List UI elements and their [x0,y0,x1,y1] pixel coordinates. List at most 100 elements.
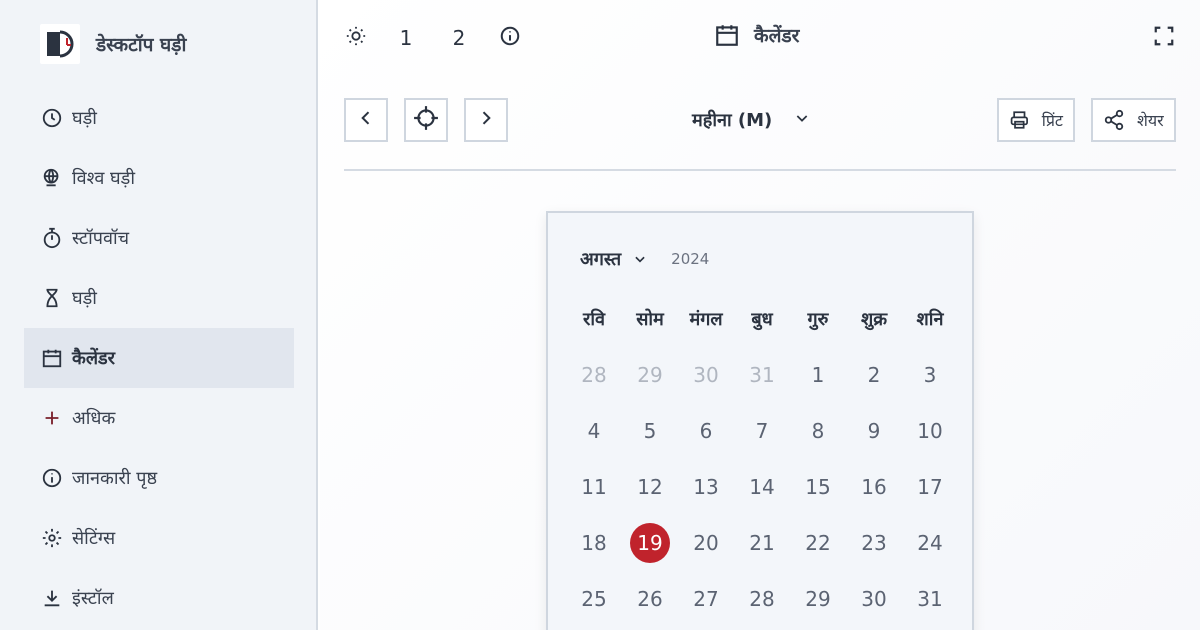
share-button[interactable]: शेयर [1091,98,1176,142]
day-number: 3 [923,363,937,387]
weekday-label: गुरु [807,309,829,330]
calendar-day[interactable]: 14 [734,459,790,515]
day-number: 6 [699,419,713,443]
weekday-label: बुध [751,309,773,330]
view-mode-select[interactable]: महीना (M) [692,108,810,132]
calendar-day[interactable]: 4 [566,403,622,459]
calendar-day[interactable]: 16 [846,459,902,515]
calendar-day[interactable]: 18 [566,515,622,571]
calendar-day[interactable]: 17 [902,459,958,515]
sidebar-item-stopwatch[interactable]: स्टॉपवॉच [24,208,294,268]
calendar-day[interactable]: 6 [678,403,734,459]
calendar-day[interactable]: 30 [678,347,734,403]
plus-icon [40,406,64,430]
sidebar-item-label: घड़ी [72,108,97,129]
year-label[interactable]: 2024 [671,250,709,268]
day-number: 29 [637,363,663,387]
calendar-day[interactable]: 31 [734,347,790,403]
calendar-day[interactable]: 22 [790,515,846,571]
option-2-button[interactable]: 2 [448,22,470,54]
share-label: शेयर [1137,111,1164,130]
fullscreen-button[interactable] [1152,22,1176,54]
day-number: 16 [861,475,887,499]
day-number: 11 [581,475,607,499]
calendar-day[interactable]: 21 [734,515,790,571]
info-button[interactable] [498,22,522,54]
day-number: 17 [917,475,943,499]
calendar-day[interactable]: 8 [790,403,846,459]
calendar-day[interactable]: 3 [902,347,958,403]
day-number: 28 [581,363,607,387]
brand[interactable]: डेस्कटॉप घड़ी [40,24,186,64]
print-button[interactable]: प्रिंट [997,98,1075,142]
sidebar-item-about[interactable]: जानकारी पृष्ठ [24,448,294,508]
info-icon [40,466,64,490]
day-number: 1 [811,363,825,387]
sidebar-item-clock[interactable]: घड़ी [24,88,294,148]
chevron-left-icon [356,108,376,132]
weekday-label: मंगल [689,309,723,330]
calendar-day[interactable]: 25 [566,571,622,627]
toolbar-divider [344,169,1176,171]
chevron-down-icon [794,110,810,131]
day-number: 12 [637,475,663,499]
day-number: 28 [749,587,775,611]
calendar-day[interactable]: 9 [846,403,902,459]
next-button[interactable] [464,98,508,142]
calendar-header: अगस्त 2024 [580,247,709,271]
calendar-day[interactable]: 29 [790,571,846,627]
month-select[interactable]: अगस्त [580,247,647,271]
calendar-day[interactable]: 12 [622,459,678,515]
today-button[interactable] [404,98,448,142]
calendar-day[interactable]: 15 [790,459,846,515]
calendar-day[interactable]: 26 [622,571,678,627]
calendar-day[interactable]: 31 [902,571,958,627]
view-mode-label: महीना (M) [692,110,773,131]
sidebar-item-more[interactable]: अधिक [24,388,294,448]
calendar-day[interactable]: 27 [678,571,734,627]
calendar-day[interactable]: 1 [790,347,846,403]
calendar-day[interactable]: 24 [902,515,958,571]
calendar-day-today[interactable]: 19 [622,515,678,571]
calendar-icon [40,346,64,370]
day-number: 26 [637,587,663,611]
weekday-header-row: रवि सोम मंगल बुध गुरु शुक्र शनि [566,307,958,331]
day-number: 30 [693,363,719,387]
info-icon [499,25,521,52]
calendar-day[interactable]: 13 [678,459,734,515]
previous-button[interactable] [344,98,388,142]
sidebar-item-calendar[interactable]: कैलेंडर [24,328,294,388]
sidebar-item-world-clock[interactable]: विश्व घड़ी [24,148,294,208]
calendar-day[interactable]: 7 [734,403,790,459]
sidebar-item-label: इंस्टॉल [72,588,114,609]
calendar-day[interactable]: 5 [622,403,678,459]
sidebar-item-timer[interactable]: घड़ी [24,268,294,328]
sidebar-nav: घड़ी विश्व घड़ी स्टॉपवॉच घड़ी कैलेंडर अध… [24,88,294,628]
clock-icon [40,106,64,130]
sidebar-item-label: स्टॉपवॉच [72,228,130,249]
weekday-label: शनि [916,309,944,330]
calendar-day[interactable]: 2 [846,347,902,403]
main-panel: 1 2 कैलेंडर महीना (M) प्रिंट शेयर अगस्त … [320,0,1200,630]
calendar-day[interactable]: 11 [566,459,622,515]
sidebar-item-install[interactable]: इंस्टॉल [24,568,294,628]
calendar-day[interactable]: 10 [902,403,958,459]
day-number: 5 [643,419,657,443]
chevron-down-icon [635,256,645,263]
calendar-day[interactable]: 28 [734,571,790,627]
calendar-day[interactable]: 30 [846,571,902,627]
sidebar-item-settings[interactable]: सेटिंग्स [24,508,294,568]
calendar-day[interactable]: 23 [846,515,902,571]
day-number: 2 [867,363,881,387]
day-number: 19 [630,523,670,563]
day-number: 27 [693,587,719,611]
calendar-day[interactable]: 28 [566,347,622,403]
crosshair-icon [413,105,439,135]
calendar-day[interactable]: 29 [622,347,678,403]
calendar-day[interactable]: 20 [678,515,734,571]
option-1-button[interactable]: 1 [396,22,416,54]
day-number: 24 [917,531,943,555]
day-number: 4 [587,419,601,443]
theme-toggle-button[interactable] [344,22,368,54]
day-grid: 28 29 30 31 1 2 3 4 5 6 7 8 9 10 11 12 13 14 15 16 17 18 19 20 2… [566,347,958,627]
